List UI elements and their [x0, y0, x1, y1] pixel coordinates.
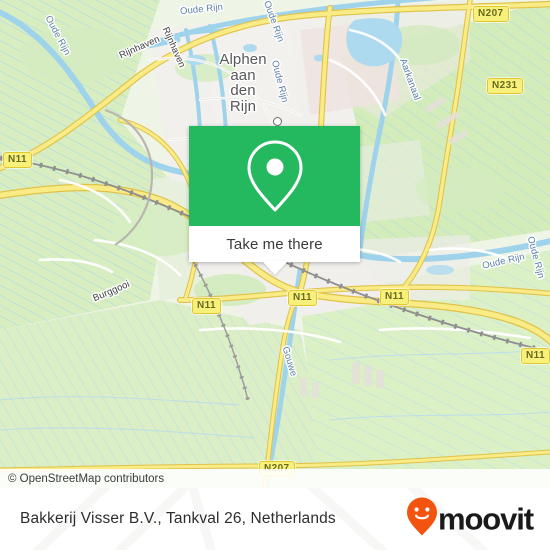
poi-card: Take me there	[189, 126, 360, 262]
shield-n11-mid-b[interactable]: N11	[288, 290, 317, 306]
moovit-wordmark: moovit	[437, 501, 534, 537]
shield-n11-mid-a[interactable]: N11	[192, 298, 221, 314]
shield-n11-mid-c[interactable]: N11	[380, 289, 409, 305]
moovit-location-page: Alphen aan den Rijn Oude Rijn Oude Rijn Oud…	[0, 0, 550, 550]
map-attribution: © OpenStreetMap contributors	[0, 469, 550, 488]
shield-n231[interactable]: N231	[487, 78, 523, 94]
shield-n11-right[interactable]: N11	[521, 348, 550, 364]
moovit-logo[interactable]: moovit	[406, 497, 534, 541]
poi-card-header	[189, 126, 360, 226]
poi-card-pointer	[262, 261, 288, 275]
poi-location-dot	[273, 117, 282, 126]
location-title: Bakkerij Visser B.V., Tankval 26, Nether…	[20, 510, 336, 527]
shield-n207-top[interactable]: N207	[473, 6, 509, 22]
moovit-pin-smiley-icon	[406, 497, 437, 541]
map-pin-icon	[244, 138, 306, 214]
take-me-there-button[interactable]: Take me there	[189, 226, 360, 262]
shield-n11-left[interactable]: N11	[3, 152, 32, 168]
page-footer: Bakkerij Visser B.V., Tankval 26, Nether…	[0, 488, 550, 550]
